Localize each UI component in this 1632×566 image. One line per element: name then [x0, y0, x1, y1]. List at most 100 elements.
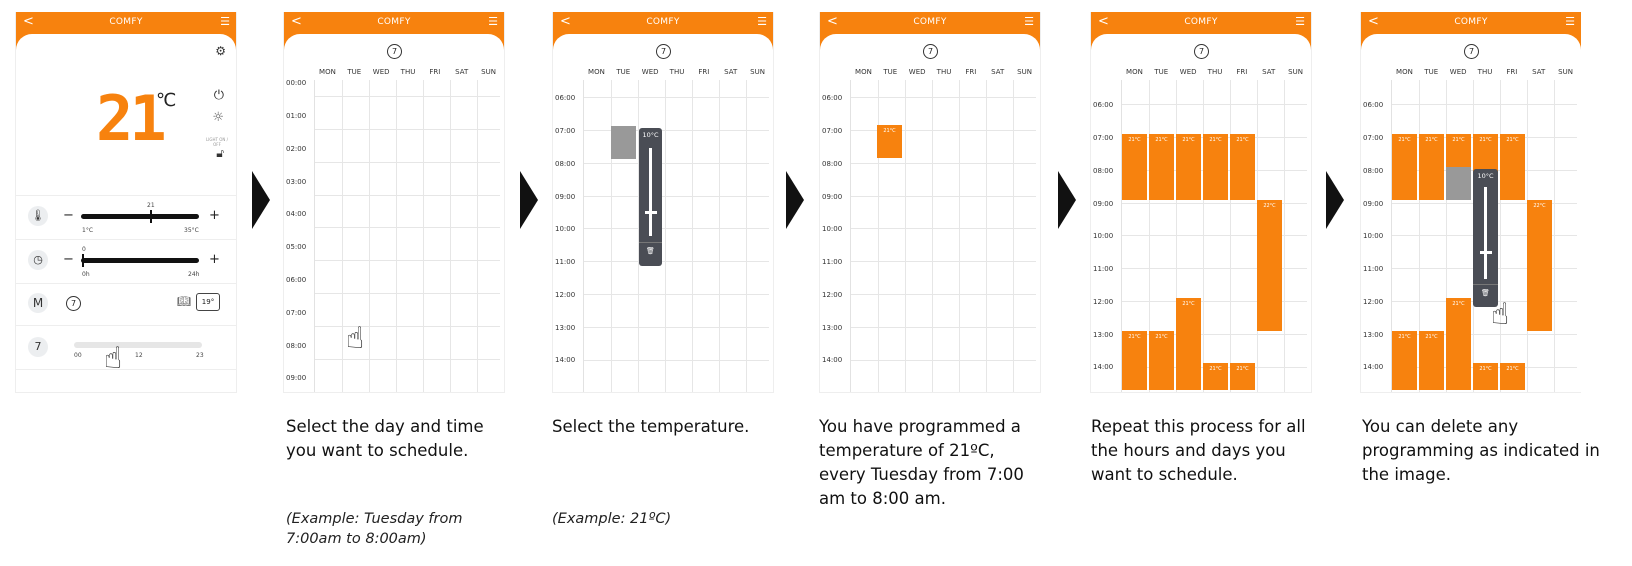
program-block[interactable]: 21°C — [1392, 331, 1417, 390]
day-label[interactable]: FRI — [1498, 68, 1525, 78]
weekday-header: MON TUE WED THU FRI SAT SUN — [1391, 68, 1579, 78]
day-label[interactable]: FRI — [690, 68, 717, 78]
timer-slider[interactable] — [81, 258, 199, 263]
day-label[interactable]: WED — [368, 68, 395, 78]
menu-icon[interactable]: ☰ — [488, 15, 498, 28]
program-block[interactable]: 21°C — [1446, 134, 1471, 167]
day-label[interactable]: TUE — [1418, 68, 1445, 78]
mode-button[interactable]: M — [28, 293, 48, 313]
day-label[interactable]: SAT — [717, 68, 744, 78]
program-block[interactable]: 21°C — [877, 125, 902, 158]
program-block[interactable]: 21°C — [1446, 298, 1471, 390]
menu-icon[interactable]: ☰ — [757, 15, 767, 28]
time-label: 12:00 — [822, 291, 843, 299]
day-label[interactable]: THU — [1472, 68, 1499, 78]
schedule-grid[interactable] — [314, 80, 500, 392]
program-block[interactable]: 21°C — [1473, 363, 1498, 390]
program-block[interactable]: 21°C — [1230, 363, 1255, 390]
program-block[interactable]: 21°C — [1500, 134, 1525, 200]
day-label[interactable]: SUN — [1011, 68, 1038, 78]
temp-slider-handle[interactable] — [150, 210, 152, 223]
menu-icon[interactable]: ☰ — [1295, 15, 1305, 28]
program-block[interactable]: 21°C — [1230, 134, 1255, 200]
popup-slider-handle[interactable] — [1479, 251, 1492, 254]
program-block[interactable]: 21°C — [1122, 331, 1147, 390]
timer-slider-handle[interactable] — [82, 254, 84, 267]
day-label[interactable]: MON — [314, 68, 341, 78]
day-label[interactable]: WED — [1445, 68, 1472, 78]
day-label[interactable]: MON — [583, 68, 610, 78]
temp-slider[interactable] — [81, 214, 199, 219]
program-block[interactable]: 22°C — [1257, 200, 1282, 331]
light-icon[interactable]: ☼ — [212, 110, 224, 125]
day-label[interactable]: TUE — [877, 68, 904, 78]
weekly-mode-icon[interactable]: 7 — [66, 296, 81, 311]
time-label: 09:00 — [822, 193, 843, 201]
lock-icon[interactable]: 🔓︎ — [216, 146, 224, 161]
gear-icon[interactable]: ⚙ — [215, 44, 226, 58]
program-block[interactable]: 21°C — [1176, 134, 1201, 200]
day-label[interactable]: TUE — [341, 68, 368, 78]
popup-slider-handle[interactable] — [644, 211, 657, 214]
temperature-popup[interactable]: 10°C 🗑︎ — [1473, 169, 1498, 307]
weekly-mode-icon: 7 — [1194, 44, 1209, 59]
trash-icon[interactable]: 🗑︎ — [639, 247, 662, 255]
book-icon[interactable]: 📖︎ — [177, 295, 191, 308]
day-label[interactable]: MON — [850, 68, 877, 78]
selected-slot[interactable] — [611, 126, 636, 159]
day-label[interactable]: TUE — [1148, 68, 1175, 78]
day-label[interactable]: WED — [637, 68, 664, 78]
day-label[interactable]: SAT — [984, 68, 1011, 78]
phone-programmed: < COMFY ☰ 7 MON TUE WED THU FRI SAT SUN 06:00 … — [819, 12, 1041, 393]
menu-icon[interactable]: ☰ — [1024, 15, 1034, 28]
day-label[interactable]: SAT — [1525, 68, 1552, 78]
popup-slider-track[interactable] — [649, 148, 652, 236]
program-block[interactable]: 21°C — [1500, 363, 1525, 390]
day-label[interactable]: WED — [1175, 68, 1202, 78]
menu-icon[interactable]: ☰ — [1565, 15, 1575, 28]
day-timeline[interactable] — [74, 342, 202, 348]
program-block[interactable]: 22°C — [1527, 200, 1552, 331]
program-block[interactable]: 21°C — [1392, 134, 1417, 200]
program-block[interactable]: 21°C — [1149, 331, 1174, 390]
day-label[interactable]: FRI — [1228, 68, 1255, 78]
day-label[interactable]: FRI — [957, 68, 984, 78]
time-label: 13:00 — [555, 324, 576, 332]
day-label[interactable]: THU — [1202, 68, 1229, 78]
day-label[interactable]: SUN — [1552, 68, 1579, 78]
day-label[interactable]: TUE — [610, 68, 637, 78]
day-label[interactable]: MON — [1121, 68, 1148, 78]
timer-plus-button[interactable]: + — [209, 252, 220, 267]
temp-minus-button[interactable]: − — [63, 208, 74, 223]
temp-plus-button[interactable]: + — [209, 208, 220, 223]
away-temp-icon[interactable]: 19° — [196, 293, 220, 311]
selected-slot[interactable] — [1446, 167, 1471, 200]
program-block[interactable]: 21°C — [1203, 363, 1228, 390]
time-label: 07:00 — [286, 309, 307, 317]
temperature-popup[interactable]: 10°C 🗑︎ — [639, 128, 662, 266]
day-label[interactable]: FRI — [421, 68, 448, 78]
day-label[interactable]: SAT — [448, 68, 475, 78]
time-label: 07:00 — [822, 127, 843, 135]
timer-minus-button[interactable]: − — [63, 252, 74, 267]
day-label[interactable]: THU — [931, 68, 958, 78]
day-label[interactable]: SUN — [744, 68, 771, 78]
program-block[interactable]: 21°C — [1203, 134, 1228, 200]
program-block[interactable]: 21°C — [1419, 134, 1444, 200]
program-block[interactable]: 21°C — [1149, 134, 1174, 200]
weekly-program-icon[interactable]: 7 — [28, 337, 48, 357]
day-label[interactable]: SUN — [1282, 68, 1309, 78]
menu-icon[interactable]: ☰ — [220, 15, 230, 28]
popup-slider-track[interactable] — [1484, 187, 1487, 279]
day-label[interactable]: MON — [1391, 68, 1418, 78]
day-label[interactable]: THU — [395, 68, 422, 78]
program-block[interactable]: 21°C — [1122, 134, 1147, 200]
day-label[interactable]: SUN — [475, 68, 502, 78]
day-label[interactable]: SAT — [1255, 68, 1282, 78]
power-icon[interactable]: ⏻ — [214, 88, 224, 103]
program-block[interactable]: 21°C — [1419, 331, 1444, 390]
day-label[interactable]: THU — [664, 68, 691, 78]
trash-icon[interactable]: 🗑︎ — [1473, 289, 1498, 297]
program-block[interactable]: 21°C — [1176, 298, 1201, 390]
day-label[interactable]: WED — [904, 68, 931, 78]
